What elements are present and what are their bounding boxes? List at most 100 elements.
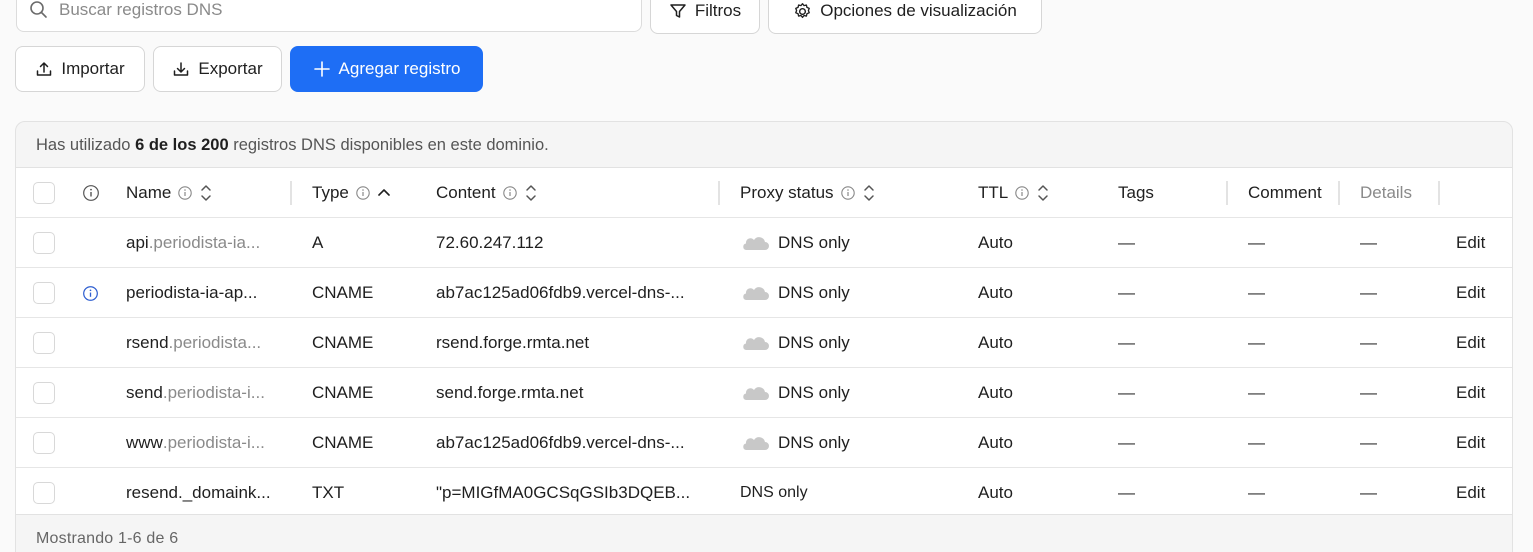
record-comment: —: [1248, 333, 1265, 352]
column-divider[interactable]: [718, 181, 720, 205]
table-header: Name Type Content Proxy status TTL Tags …: [16, 168, 1512, 218]
table-row[interactable]: send .periodista-i... CNAME send.forge.rm…: [16, 368, 1512, 418]
search-icon: [30, 1, 47, 18]
record-ttl: Auto: [978, 233, 1013, 252]
column-divider[interactable]: [1338, 181, 1340, 205]
record-content: ab7ac125ad06fdb9.vercel-dns-...: [436, 283, 685, 302]
add-record-label: Agregar registro: [338, 59, 461, 78]
edit-link[interactable]: Edit: [1456, 268, 1506, 318]
sort-icon[interactable]: [524, 183, 538, 203]
record-type: CNAME: [312, 333, 374, 352]
edit-link[interactable]: Edit: [1456, 468, 1506, 514]
record-tags: —: [1118, 483, 1135, 502]
record-type: CNAME: [312, 433, 374, 452]
record-content: send.forge.rmta.net: [436, 383, 584, 402]
record-content: rsend.forge.rmta.net: [436, 333, 590, 352]
info-icon: [502, 186, 517, 200]
column-details[interactable]: Details: [1360, 168, 1440, 218]
record-proxy-status: DNS only: [740, 418, 940, 468]
column-proxy-status[interactable]: Proxy status: [740, 168, 960, 218]
info-icon: [356, 186, 370, 200]
column-type[interactable]: Type: [312, 168, 422, 218]
edit-link[interactable]: Edit: [1456, 318, 1506, 368]
record-details: —: [1360, 433, 1377, 452]
cloud-icon: [743, 437, 769, 450]
record-name: www .periodista-i...: [126, 433, 265, 452]
row-checkbox[interactable]: [33, 282, 55, 304]
record-comment: —: [1248, 433, 1265, 452]
record-details: —: [1360, 383, 1377, 402]
edit-link[interactable]: Edit: [1456, 218, 1506, 268]
record-name: send .periodista-i...: [126, 383, 265, 402]
table-row[interactable]: www .periodista-i... CNAME ab7ac125ad06fd…: [16, 418, 1512, 468]
export-label: Exportar: [198, 59, 263, 78]
table-row[interactable]: resend._domaink... TXT "p=MIGfMA0GCSqGSI…: [16, 468, 1512, 514]
column-divider[interactable]: [1226, 181, 1228, 205]
plus-icon: [313, 61, 330, 77]
info-icon[interactable]: [82, 268, 104, 318]
record-proxy-status: DNS only: [740, 268, 940, 318]
table-row[interactable]: periodista-ia-ap... CNAME ab7ac125ad06fd…: [16, 268, 1512, 318]
record-name: api .periodista-ia...: [126, 233, 261, 252]
dns-records-card: Has utilizado 6 de los 200 registros DNS…: [15, 121, 1513, 552]
record-tags: —: [1118, 283, 1135, 302]
column-tags[interactable]: Tags: [1118, 168, 1218, 218]
row-checkbox[interactable]: [33, 432, 55, 454]
select-all-checkbox[interactable]: [33, 182, 55, 204]
usage-text: Has utilizado 6 de los 200 registros DNS…: [36, 136, 549, 154]
export-button[interactable]: Exportar: [153, 46, 282, 92]
record-comment: —: [1248, 233, 1265, 252]
record-ttl: Auto: [978, 483, 1013, 502]
table-row[interactable]: api .periodista-ia... A 72.60.247.112 DNS…: [16, 218, 1512, 268]
sort-icon[interactable]: [199, 183, 213, 203]
cloud-icon: [743, 287, 769, 300]
edit-link[interactable]: Edit: [1456, 368, 1506, 418]
gear-icon: [795, 2, 811, 18]
column-divider[interactable]: [290, 181, 292, 205]
search-box[interactable]: [16, 0, 642, 32]
download-icon: [174, 62, 189, 76]
row-checkbox[interactable]: [33, 332, 55, 354]
row-checkbox[interactable]: [33, 232, 55, 254]
table-row[interactable]: rsend .periodista... CNAME rsend.forge.rm…: [16, 318, 1512, 368]
column-name[interactable]: Name: [126, 168, 286, 218]
record-tags: —: [1118, 333, 1135, 352]
header-info-icon: [82, 168, 104, 218]
add-record-button[interactable]: Agregar registro: [290, 46, 483, 92]
filters-button[interactable]: Filtros: [650, 0, 760, 34]
column-ttl[interactable]: TTL: [978, 168, 1098, 218]
record-type: CNAME: [312, 283, 374, 302]
view-options-label: Opciones de visualización: [820, 1, 1017, 20]
dns-table: Name Type Content Proxy status TTL Tags …: [16, 167, 1512, 515]
search-input[interactable]: [59, 0, 619, 20]
edit-link[interactable]: Edit: [1456, 418, 1506, 468]
record-content: ab7ac125ad06fdb9.vercel-dns-...: [436, 433, 685, 452]
import-button[interactable]: Importar: [15, 46, 145, 92]
record-comment: —: [1248, 383, 1265, 402]
view-options-button[interactable]: Opciones de visualización: [768, 0, 1042, 34]
filter-icon: [670, 4, 686, 18]
record-proxy-status: DNS only: [740, 484, 808, 501]
import-label: Importar: [61, 59, 125, 78]
info-icon: [1015, 186, 1029, 200]
record-tags: —: [1118, 233, 1135, 252]
column-content[interactable]: Content: [436, 168, 696, 218]
row-checkbox[interactable]: [33, 382, 55, 404]
record-name: rsend .periodista...: [126, 333, 262, 352]
column-divider[interactable]: [1438, 181, 1440, 205]
filters-label: Filtros: [694, 1, 742, 20]
sort-ascending-icon[interactable]: [377, 183, 391, 203]
sort-icon[interactable]: [1036, 183, 1050, 203]
row-checkbox[interactable]: [33, 482, 55, 504]
record-ttl: Auto: [978, 283, 1013, 302]
record-ttl: Auto: [978, 333, 1013, 352]
record-details: —: [1360, 283, 1377, 302]
record-details: —: [1360, 483, 1377, 502]
record-proxy-status: DNS only: [740, 368, 940, 418]
column-comment[interactable]: Comment: [1248, 168, 1342, 218]
sort-icon[interactable]: [862, 183, 876, 203]
cloud-icon: [743, 237, 769, 250]
record-comment: —: [1248, 483, 1265, 502]
record-details: —: [1360, 333, 1377, 352]
record-type: CNAME: [312, 383, 374, 402]
